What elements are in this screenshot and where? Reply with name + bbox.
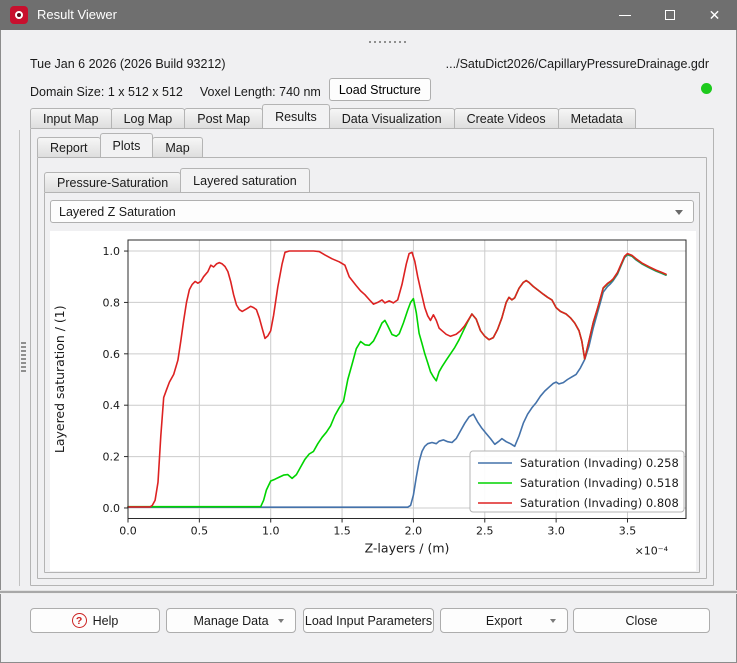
tab-layered-saturation[interactable]: Layered saturation [180, 168, 310, 192]
chevron-down-icon [675, 210, 683, 215]
svg-text:Z-layers / (m): Z-layers / (m) [365, 541, 450, 556]
svg-text:0.0: 0.0 [119, 525, 137, 538]
plot-tab-bar: Pressure-Saturation Layered saturation [44, 168, 310, 192]
results-subtab-bar: Report Plots Map [37, 133, 203, 157]
svg-text:1.0: 1.0 [103, 245, 121, 258]
domain-size-label: Domain Size: [30, 84, 105, 99]
export-dropdown-icon [550, 619, 556, 623]
tab-pressure-saturation[interactable]: Pressure-Saturation [44, 172, 182, 192]
svg-text:3.0: 3.0 [547, 525, 565, 538]
svg-text:1.5: 1.5 [333, 525, 351, 538]
export-button-label: Export [485, 613, 523, 628]
help-button[interactable]: ? Help [30, 608, 160, 633]
svg-text:×10⁻⁴: ×10⁻⁴ [635, 545, 669, 558]
minimize-icon [618, 14, 631, 16]
manage-data-label: Manage Data [193, 613, 269, 628]
tab-plots[interactable]: Plots [99, 133, 154, 157]
svg-text:1.0: 1.0 [262, 525, 280, 538]
load-input-parameters-label: Load Input Parameters [304, 613, 433, 628]
title-bar[interactable]: Result Viewer ✕ [0, 0, 737, 30]
help-icon: ? [71, 613, 87, 628]
svg-text:0.2: 0.2 [103, 451, 121, 464]
close-icon: ✕ [708, 6, 721, 23]
close-button-label: Close [625, 613, 658, 628]
left-splitter-handle[interactable] [21, 342, 26, 372]
result-viewer-window: { "window": { "title": "Result Viewer" }… [0, 0, 737, 663]
svg-text:0.0: 0.0 [103, 502, 121, 515]
manage-data-dropdown-icon [278, 619, 284, 623]
export-button[interactable]: Export [440, 608, 568, 633]
svg-text:Saturation (Invading) 0.258: Saturation (Invading) 0.258 [520, 456, 679, 470]
load-input-parameters-button[interactable]: Load Input Parameters [303, 608, 434, 633]
tab-metadata[interactable]: Metadata [557, 108, 636, 128]
plot-type-dropdown[interactable]: Layered Z Saturation [50, 200, 694, 223]
main-tab-bar: Input Map Log Map Post Map Results Data … [30, 104, 636, 128]
manage-data-button[interactable]: Manage Data [166, 608, 296, 633]
svg-text:0.4: 0.4 [103, 399, 121, 412]
maximize-button[interactable] [647, 0, 692, 30]
svg-text:0.8: 0.8 [103, 296, 121, 309]
maximize-icon [664, 10, 675, 20]
status-indicator-dot [701, 83, 712, 94]
window-title: Result Viewer [37, 7, 117, 22]
voxel-length-label: Voxel Length: [199, 84, 276, 99]
tab-results[interactable]: Results [262, 104, 330, 128]
svg-text:Layered saturation / (1): Layered saturation / (1) [52, 305, 67, 453]
minimize-button[interactable] [602, 0, 647, 30]
toolbar-drag-handle[interactable] [369, 41, 406, 43]
close-button[interactable]: ✕ [692, 0, 737, 30]
tab-log-map[interactable]: Log Map [110, 108, 186, 128]
svg-text:0.5: 0.5 [191, 525, 209, 538]
tab-data-visualization[interactable]: Data Visualization [328, 108, 455, 128]
help-button-label: Help [92, 613, 119, 628]
footer-separator [0, 590, 737, 593]
svg-text:Saturation (Invading) 0.808: Saturation (Invading) 0.808 [520, 496, 679, 510]
voxel-length-value: 740 nm [279, 84, 321, 99]
svg-text:2.5: 2.5 [476, 525, 494, 538]
svg-text:3.5: 3.5 [619, 525, 637, 538]
close-dialog-button[interactable]: Close [573, 608, 710, 633]
chart-plot-area[interactable]: 0.0 0.5 1.0 1.5 2.0 2.5 3.0 3.5 0.0 0.2 0.4 0.6 0.8 1… [50, 231, 696, 571]
tab-report[interactable]: Report [37, 137, 101, 157]
result-file-path: .../SatuDict2026/CapillaryPressureDraina… [445, 57, 709, 71]
domain-size-value: 1 x 512 x 512 [107, 84, 183, 99]
app-icon [10, 6, 28, 24]
load-structure-button[interactable]: Load Structure [328, 78, 431, 101]
tab-post-map[interactable]: Post Map [184, 108, 264, 128]
tab-create-videos[interactable]: Create Videos [453, 108, 559, 128]
tab-map[interactable]: Map [152, 137, 203, 157]
plot-type-dropdown-value: Layered Z Saturation [59, 204, 176, 219]
svg-text:2.0: 2.0 [405, 525, 423, 538]
tab-input-map[interactable]: Input Map [30, 108, 112, 128]
left-splitter-line [19, 130, 20, 586]
svg-text:0.6: 0.6 [103, 348, 121, 361]
svg-text:Saturation (Invading) 0.518: Saturation (Invading) 0.518 [520, 476, 679, 490]
build-date-label: Tue Jan 6 2026 (2026 Build 93212) [30, 57, 226, 71]
